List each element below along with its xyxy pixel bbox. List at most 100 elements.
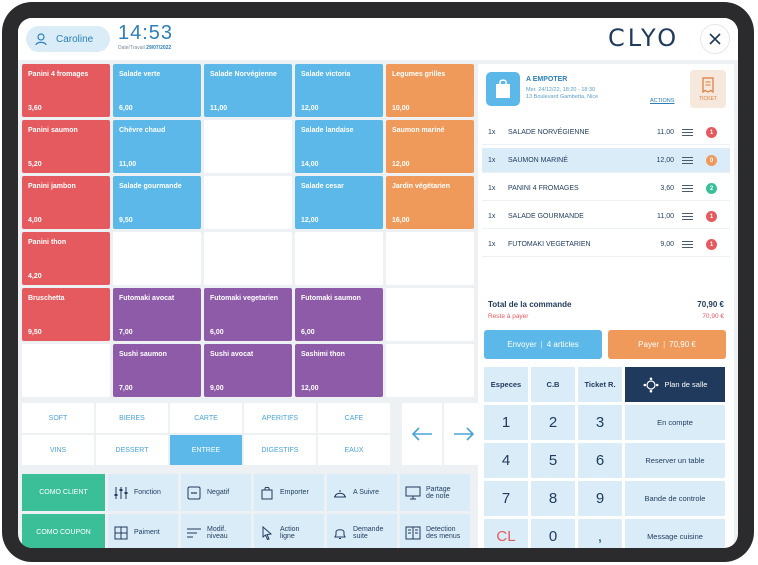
a-suivre-label: A Suivre: [353, 489, 380, 496]
line-qty: 1x: [488, 240, 496, 248]
clear-key[interactable]: CL: [484, 519, 528, 548]
ticket-button[interactable]: TICKET: [690, 70, 726, 108]
modif-niveau-button[interactable]: Modif. niveau: [181, 514, 251, 548]
hamburger-menu-icon[interactable]: [682, 185, 693, 192]
fonction-button[interactable]: Fonction: [108, 474, 178, 511]
category-tab[interactable]: APERITIFS: [244, 403, 316, 433]
action-ligne-label: Action ligne: [280, 525, 300, 540]
key-8[interactable]: 8: [531, 481, 575, 516]
empty-product-slot: [386, 232, 474, 285]
product-tile[interactable]: Panini jambon 4,00: [22, 176, 110, 229]
empty-product-slot: [204, 176, 292, 229]
comma-key[interactable]: ,: [578, 519, 622, 548]
product-price: 4,20: [28, 273, 42, 280]
order-line[interactable]: 1x SAUMON MARINÉ 12,00 0: [482, 148, 730, 173]
product-tile[interactable]: Salade gourmande 9,50: [113, 176, 201, 229]
table-layout-icon: [643, 377, 659, 392]
close-button[interactable]: [700, 24, 730, 54]
key-5[interactable]: 5: [531, 443, 575, 478]
clyo-logo: CLYO: [608, 24, 680, 52]
negatif-button[interactable]: Negatif: [181, 474, 251, 511]
hamburger-menu-icon[interactable]: [682, 129, 693, 136]
product-tile[interactable]: Futomaki avocat 7,00: [113, 288, 201, 341]
como-coupon-button[interactable]: COMO COUPON: [22, 514, 105, 548]
ticket-r-button[interactable]: Ticket R.: [578, 367, 622, 402]
a-suivre-button[interactable]: A Suivre: [327, 474, 397, 511]
product-tile[interactable]: Salade Norvégienne 11,00: [204, 64, 292, 117]
cb-button[interactable]: C.B: [531, 367, 575, 402]
product-tile[interactable]: Bruschetta 9,50: [22, 288, 110, 341]
category-tab[interactable]: CARTE: [170, 403, 242, 433]
en-compte-button[interactable]: En compte: [625, 405, 725, 440]
product-tile[interactable]: Chèvre chaud 11,00: [113, 120, 201, 173]
product-tile[interactable]: Sashimi thon 12,00: [295, 344, 383, 397]
prev-page-button[interactable]: [402, 403, 442, 465]
empty-product-slot: [22, 344, 110, 397]
product-tile[interactable]: Panini 4 fromages 3,60: [22, 64, 110, 117]
plan-de-salle-button[interactable]: Plan de salle: [625, 367, 725, 402]
product-tile[interactable]: Saumon mariné 12,00: [386, 120, 474, 173]
product-price: 12,00: [301, 105, 319, 112]
cloche-icon: [334, 489, 346, 497]
product-tile[interactable]: Futomaki saumon 6,00: [295, 288, 383, 341]
key-6[interactable]: 6: [578, 443, 622, 478]
pay-button[interactable]: Payer | 70,90 €: [608, 330, 726, 359]
product-tile[interactable]: Salade landaise 14,00: [295, 120, 383, 173]
key-4[interactable]: 4: [484, 443, 528, 478]
product-tile[interactable]: Salade cesar 12,00: [295, 176, 383, 229]
emporter-button[interactable]: Emporter: [254, 474, 324, 511]
product-tile[interactable]: Sushi avocat 9,00: [204, 344, 292, 397]
user-button[interactable]: Caroline: [26, 26, 110, 52]
category-tab[interactable]: BIERES: [96, 403, 168, 433]
product-tile[interactable]: Sushi saumon 7,00: [113, 344, 201, 397]
product-tile[interactable]: Jardin végétarien 16,00: [386, 176, 474, 229]
line-price: 3,60: [660, 184, 674, 192]
product-tile[interactable]: Panini saumon 5,20: [22, 120, 110, 173]
line-price: 12,00: [656, 156, 674, 164]
order-line[interactable]: 1x SALADE GOURMANDE 11,00 1: [482, 204, 730, 229]
category-tab[interactable]: ENTREE: [170, 435, 242, 465]
order-line[interactable]: 1x FUTOMAKI VEGETARIEN 9,00 1: [482, 232, 730, 257]
hamburger-menu-icon[interactable]: [682, 213, 693, 220]
key-3[interactable]: 3: [578, 405, 622, 440]
product-tile[interactable]: Salade victoria 12,00: [295, 64, 383, 117]
line-name: SAUMON MARINÉ: [508, 156, 568, 164]
pointer-icon: [262, 525, 273, 540]
product-tile[interactable]: Panini thon 4,20: [22, 232, 110, 285]
category-tab[interactable]: CAFE: [318, 403, 390, 433]
detection-menus-button[interactable]: Detection des menus: [400, 514, 470, 548]
category-tab[interactable]: DESSERT: [96, 435, 168, 465]
action-ligne-button[interactable]: Action ligne: [254, 514, 324, 548]
send-button[interactable]: Envoyer | 4 articles: [484, 330, 602, 359]
category-tab[interactable]: DIGESTIFS: [244, 435, 316, 465]
hamburger-menu-icon[interactable]: [682, 157, 693, 164]
order-panel: A EMPOTER Mer. 24/12/22, 18:20 - 18:30 1…: [478, 64, 734, 548]
category-tabs: SOFT BIERES CARTE APERITIFS CAFE VINS DESSERT E…: [22, 403, 390, 465]
category-tab[interactable]: EAUX: [318, 435, 390, 465]
especes-button[interactable]: Especes: [484, 367, 528, 402]
product-tile[interactable]: Legumes grilles 10,00: [386, 64, 474, 117]
levels-icon: [187, 528, 201, 537]
category-tab[interactable]: SOFT: [22, 403, 94, 433]
paiment-button[interactable]: Paiment: [108, 514, 178, 548]
order-line[interactable]: 1x SALADE NORVÉGIENNE 11,00 1: [482, 120, 730, 145]
key-7[interactable]: 7: [484, 481, 528, 516]
partage-note-button[interactable]: Partage de note: [400, 474, 470, 511]
order-line[interactable]: 1x PANINI 4 FROMAGES 3,60 2: [482, 176, 730, 201]
demande-suite-button[interactable]: Demande suite: [327, 514, 397, 548]
key-9[interactable]: 9: [578, 481, 622, 516]
line-name: PANINI 4 FROMAGES: [508, 184, 579, 192]
reserver-table-button[interactable]: Reserver un table: [625, 443, 725, 478]
bande-controle-button[interactable]: Bande de controle: [625, 481, 725, 516]
key-2[interactable]: 2: [531, 405, 575, 440]
product-tile[interactable]: Futomaki vegetarien 6,00: [204, 288, 292, 341]
como-client-button[interactable]: COMO CLIENT: [22, 474, 105, 511]
message-cuisine-button[interactable]: Message cuisine: [625, 519, 725, 548]
category-tab[interactable]: VINS: [22, 435, 94, 465]
product-tile[interactable]: Salade verte 6,00: [113, 64, 201, 117]
product-price: 16,00: [392, 217, 410, 224]
key-0[interactable]: 0: [531, 519, 575, 548]
actions-link[interactable]: ACTIONS: [650, 98, 674, 104]
hamburger-menu-icon[interactable]: [682, 241, 693, 248]
key-1[interactable]: 1: [484, 405, 528, 440]
